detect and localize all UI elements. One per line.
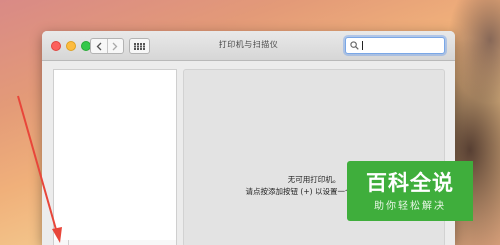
watermark-brand: 百科全说 — [366, 170, 454, 195]
baike-watermark: 百科全说 助你轻松解决 — [347, 161, 473, 221]
watermark-slogan: 助你轻松解决 — [374, 200, 446, 212]
printer-list[interactable] — [53, 69, 177, 243]
add-printer-button[interactable] — [54, 240, 69, 245]
search-icon — [350, 41, 359, 50]
search-field[interactable] — [345, 37, 445, 54]
text-caret — [362, 41, 363, 50]
printer-list-toolbar — [53, 240, 177, 245]
title-bar: 打印机与扫描仪 — [42, 31, 455, 61]
